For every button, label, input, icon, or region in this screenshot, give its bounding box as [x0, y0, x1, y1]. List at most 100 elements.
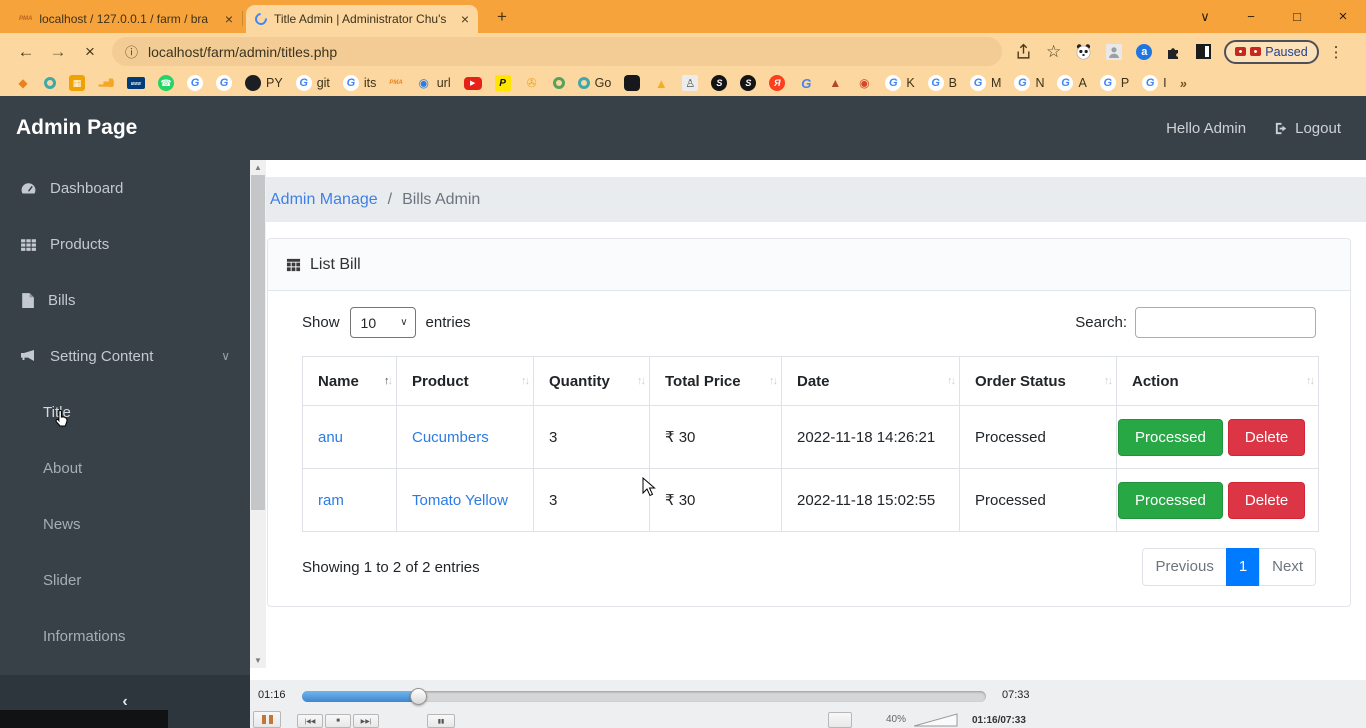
window-close-button[interactable]: × — [1320, 8, 1366, 25]
extensions-puzzle-icon[interactable] — [1166, 44, 1182, 60]
bookmark-item[interactable]: S — [740, 75, 756, 91]
bookmark-item[interactable]: GB — [928, 75, 957, 91]
bookmark-item[interactable] — [44, 77, 56, 89]
bookmark-item[interactable]: ▲ — [653, 75, 669, 91]
tab-search-icon[interactable]: ∨ — [1182, 9, 1228, 25]
pagination-next[interactable]: Next — [1259, 548, 1316, 586]
scroll-up-icon[interactable]: ▲ — [250, 163, 266, 172]
next-frame-button[interactable]: ▶▶| — [353, 714, 379, 728]
bookmark-item[interactable]: Go — [578, 76, 612, 90]
new-tab-button[interactable]: + — [492, 7, 512, 27]
browser-tab-phpmyadmin[interactable]: PMA localhost / 127.0.0.1 / farm / bra × — [10, 5, 242, 33]
processed-button[interactable]: Processed — [1118, 419, 1223, 456]
bookmark-item[interactable]: ▲ — [827, 75, 843, 91]
scrollbar-thumb[interactable] — [251, 175, 265, 510]
bookmark-item[interactable]: GK — [885, 75, 914, 91]
sidebar-item-news[interactable]: News — [0, 496, 250, 552]
breadcrumb-link[interactable]: Admin Manage — [270, 191, 378, 209]
back-button[interactable]: ← — [10, 42, 42, 62]
share-icon[interactable] — [1015, 43, 1032, 60]
vertical-scrollbar[interactable]: ▲ ▼ — [250, 160, 266, 668]
search-input[interactable] — [1135, 307, 1316, 338]
tab-close-icon[interactable]: × — [225, 11, 233, 27]
forward-button[interactable]: → — [42, 42, 74, 62]
product-link[interactable]: Tomato Yellow — [412, 492, 508, 509]
bookmark-item[interactable]: GP — [1100, 75, 1129, 91]
pagination-page-1[interactable]: 1 — [1226, 548, 1260, 586]
column-header-total-price[interactable]: Total Price↑↓ — [650, 357, 782, 406]
stop-playback-button[interactable]: ■ — [325, 714, 351, 728]
bookmark-item[interactable]: GM — [970, 75, 1001, 91]
delete-button[interactable]: Delete — [1228, 419, 1305, 456]
bookmark-item[interactable]: G — [187, 75, 203, 91]
volume-wedge-icon[interactable] — [914, 713, 958, 727]
bookmark-item[interactable] — [624, 75, 640, 91]
column-header-product[interactable]: Product↑↓ — [397, 357, 534, 406]
sidebar-item-dashboard[interactable]: Dashboard — [0, 160, 250, 216]
pause-button[interactable] — [253, 711, 281, 728]
sidebar-item-bills[interactable]: Bills — [0, 272, 250, 328]
seek-thumb[interactable] — [410, 688, 427, 705]
bookmark-item[interactable]: S — [711, 75, 727, 91]
bookmark-item[interactable]: G — [798, 75, 814, 91]
column-header-order-status[interactable]: Order Status↑↓ — [960, 357, 1117, 406]
paused-extension-button[interactable]: Paused — [1224, 40, 1318, 64]
column-header-name[interactable]: Name↑↓ — [303, 357, 397, 406]
sidebar-item-setting-content[interactable]: Setting Content ∨ — [0, 328, 250, 384]
customer-name-link[interactable]: anu — [318, 429, 343, 446]
bookmark-item[interactable]: PY — [245, 75, 283, 91]
bookmark-star-icon[interactable]: ☆ — [1046, 42, 1061, 62]
bookmark-item[interactable]: ◆ — [15, 75, 31, 91]
column-header-quantity[interactable]: Quantity↑↓ — [534, 357, 650, 406]
bookmark-item[interactable]: PMA — [389, 75, 402, 91]
bookmarks-overflow[interactable]: » — [1180, 75, 1187, 91]
seek-bar[interactable] — [302, 691, 986, 702]
sidebar-item-products[interactable]: Products — [0, 216, 250, 272]
bookmark-item[interactable]: Gits — [343, 75, 377, 91]
bookmark-item[interactable]: ♙ — [682, 75, 698, 91]
stop-button[interactable]: × — [74, 42, 106, 62]
column-header-action[interactable]: Action↑↓ — [1117, 357, 1319, 406]
sidebar-item-title[interactable]: Title — [0, 384, 250, 440]
side-panel-icon[interactable] — [1196, 44, 1211, 59]
bookmark-item[interactable]: ◉ — [856, 75, 872, 91]
profile-extension-icon[interactable] — [1106, 44, 1122, 60]
product-link[interactable]: Cucumbers — [412, 429, 489, 446]
page-size-select[interactable]: 10 ∨ — [350, 307, 416, 338]
logout-button[interactable]: Logout — [1274, 120, 1341, 137]
column-header-date[interactable]: Date↑↓ — [782, 357, 960, 406]
bookmark-item[interactable]: ▦ — [69, 75, 85, 91]
sidebar-item-informations[interactable]: Informations — [0, 608, 250, 664]
step-pause-button[interactable]: ▮▮ — [427, 714, 455, 728]
bookmark-item[interactable]: P — [495, 75, 511, 91]
bookmark-item[interactable]: ✇ — [524, 75, 540, 91]
bookmark-item[interactable]: ◉url — [416, 75, 451, 91]
sidebar-item-about[interactable]: About — [0, 440, 250, 496]
a-extension-icon[interactable]: a — [1136, 44, 1152, 60]
processed-button[interactable]: Processed — [1118, 482, 1223, 519]
maximize-button[interactable]: □ — [1274, 9, 1320, 24]
sidebar-item-slider[interactable]: Slider — [0, 552, 250, 608]
tab-close-icon[interactable]: × — [461, 11, 469, 27]
site-info-icon[interactable]: ⓘ — [125, 42, 138, 61]
bookmark-item[interactable]: IEEE — [127, 77, 145, 89]
address-bar[interactable]: ⓘ localhost/farm/admin/titles.php — [112, 37, 1002, 66]
bookmark-item[interactable]: GN — [1014, 75, 1044, 91]
bookmark-item[interactable]: ▂▅█ — [98, 75, 114, 91]
bookmark-item[interactable] — [553, 77, 565, 89]
bookmark-item[interactable]: Я — [769, 75, 785, 91]
delete-button[interactable]: Delete — [1228, 482, 1305, 519]
panda-extension-icon[interactable] — [1075, 43, 1092, 60]
bookmark-item[interactable]: GA — [1057, 75, 1086, 91]
scroll-down-icon[interactable]: ▼ — [250, 656, 266, 665]
bookmark-item[interactable]: G — [216, 75, 232, 91]
pagination-previous[interactable]: Previous — [1142, 548, 1226, 586]
bookmark-item[interactable]: Ggit — [296, 75, 330, 91]
previous-frame-button[interactable]: |◀◀ — [297, 714, 323, 728]
bookmark-item[interactable]: ▶ — [464, 77, 482, 90]
customer-name-link[interactable]: ram — [318, 492, 344, 509]
bookmark-item[interactable]: GI — [1142, 75, 1166, 91]
browser-tab-title-admin[interactable]: Title Admin | Administrator Chu's × — [246, 5, 478, 33]
bookmark-item[interactable]: ☎ — [158, 75, 174, 91]
browser-menu-icon[interactable]: ⋮ — [1329, 43, 1344, 61]
